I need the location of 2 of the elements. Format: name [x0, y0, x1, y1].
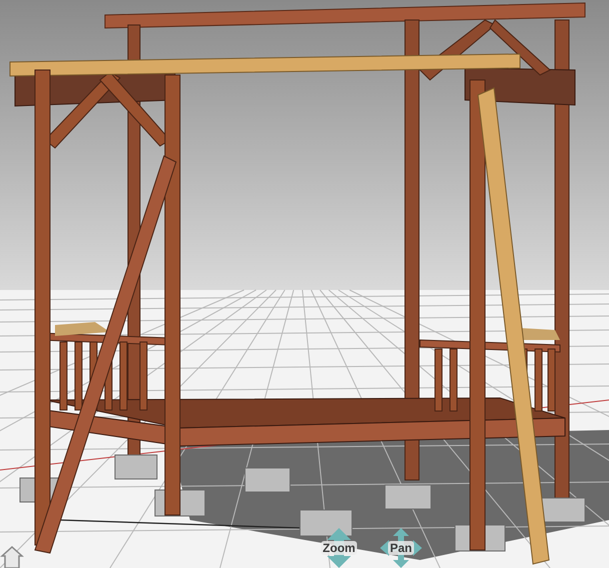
zoom-button[interactable]: Zoom — [312, 528, 366, 568]
home-icon[interactable] — [0, 544, 24, 568]
